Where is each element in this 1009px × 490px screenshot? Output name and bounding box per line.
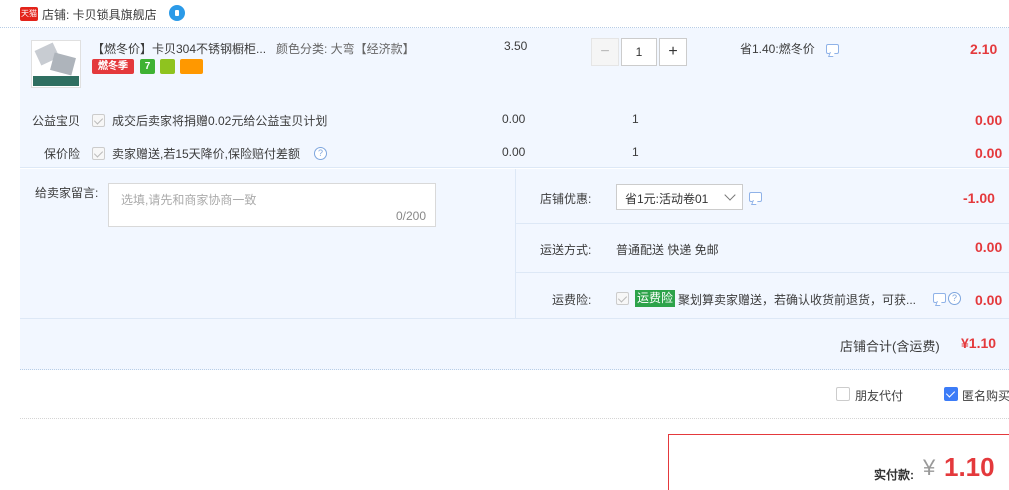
comment-icon[interactable] [749,192,762,202]
shop-header: 天猫 店铺: 卡贝锁具旗舰店 [0,0,1009,28]
shop-total-label: 店铺合计(含运费) [840,339,940,354]
unit-price: 3.50 [504,39,528,53]
price-protection-price: 0.00 [502,145,526,159]
message-textarea[interactable]: 选填,请先和商家协商一致 0/200 [108,183,436,227]
shop-total-amount: ¥1.10 [961,335,997,351]
anonymous-label[interactable]: 匿名购买 [962,387,1009,404]
price-protection-checkbox[interactable] [92,147,105,160]
charity-subtotal: 0.00 [975,112,1003,128]
promo-badge: 燃冬季 [92,59,134,74]
price-protection-label: 保价险 [44,147,81,161]
friend-pay-checkbox[interactable] [836,387,850,401]
quantity-stepper: − 1 + [591,38,689,66]
divider [515,272,1009,273]
charity-price: 0.00 [502,112,526,126]
freight-insurance-checkbox[interactable] [616,292,629,305]
quantity-decrease-button[interactable]: − [591,38,619,66]
product-title-link[interactable]: 【燃冬价】卡贝304不锈钢橱柜... [92,40,266,57]
shipping-method: 普通配送 快递 免邮 [616,243,719,257]
price-protection-qty: 1 [632,145,639,159]
shop-discount-label: 店铺优惠: [540,192,592,206]
shipping-label: 运送方式: [540,243,592,257]
item-subtotal: 2.10 [970,41,998,57]
message-label: 给卖家留言: [35,186,99,200]
shipping-amount: 0.00 [975,239,1003,255]
payment-amount: 1.10 [944,452,995,482]
charity-label: 公益宝贝 [32,114,81,128]
payment-label: 实付款: [874,468,914,482]
freight-insurance-tag: 运费险 [635,290,676,307]
quantity-increase-button[interactable]: + [659,38,687,66]
freight-insurance-desc: 聚划算卖家赠送，若确认收货前退货，可获... [678,293,917,307]
product-sku: 颜色分类: 大弯【经济款】 [276,42,415,56]
help-icon[interactable]: ? [314,147,327,160]
currency-symbol: ¥ [923,455,936,480]
freight-insurance-amount: 0.00 [975,292,1003,308]
guarantee-icon [160,59,175,74]
charity-checkbox[interactable] [92,114,105,127]
charity-qty: 1 [632,112,639,126]
price-protection-desc: 卖家赠送,若15天降价,保险赔付差额 [112,147,301,161]
coupon-select[interactable]: 省1元:活动卷01 [616,184,743,210]
tmall-logo-icon: 天猫 [20,7,38,21]
message-placeholder: 选填,请先和商家协商一致 [121,193,257,207]
credit-card-icon [180,59,203,74]
price-protection-subtotal: 0.00 [975,145,1003,161]
message-char-count: 0/200 [395,209,426,223]
quantity-input[interactable]: 1 [621,38,657,66]
shop-name-link[interactable]: 店铺: 卡贝锁具旗舰店 [42,6,157,23]
help-icon[interactable]: ? [948,292,961,305]
seven-day-return-icon: 7 [140,59,155,74]
divider [515,223,1009,224]
anonymous-checkbox[interactable] [944,387,958,401]
comment-icon[interactable] [826,44,839,54]
shop-discount-amount: -1.00 [963,190,995,206]
freight-insurance-label: 运费险: [552,293,592,307]
coupon-selected-value: 省1元:活动卷01 [625,192,709,206]
friend-pay-label[interactable]: 朋友代付 [855,387,903,404]
discount-note: 省1.40:燃冬价 [740,42,815,56]
chevron-down-icon [724,189,736,201]
product-thumbnail[interactable] [31,40,81,88]
charity-desc: 成交后卖家将捐赠0.02元给公益宝贝计划 [112,114,328,128]
comment-icon[interactable] [933,293,946,303]
divider [20,418,1009,419]
wangwang-chat-icon[interactable] [169,5,185,21]
